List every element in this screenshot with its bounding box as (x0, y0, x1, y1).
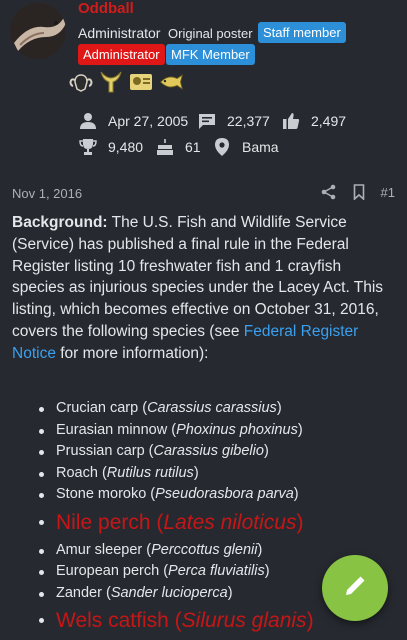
message-count: 22,377 (227, 113, 270, 129)
location-stat: Bama (212, 137, 279, 157)
mfk-member-badge: MFK Member (166, 44, 255, 65)
bookmark-icon[interactable] (351, 183, 367, 201)
post-paragraph: The U.S. Fish and Wildlife Service (Serv… (12, 214, 384, 340)
list-item-highlighted: Nile perch (Lates niloticus) (36, 506, 396, 540)
avatar[interactable] (10, 3, 66, 59)
reactions-stat: 2,497 (281, 111, 346, 131)
share-icon[interactable] (321, 183, 337, 201)
post-paragraph-end: for more information): (60, 344, 209, 362)
messages-stat: 22,377 (197, 111, 270, 131)
list-item: Roach (Rutilus rutilus) (36, 463, 396, 485)
ram-skull-icon[interactable] (68, 70, 94, 94)
fish-icon[interactable] (158, 70, 184, 94)
administrator-badge: Administrator (78, 44, 165, 65)
trophy-row (68, 70, 184, 94)
chat-bubble-icon (197, 111, 217, 131)
pencil-icon (343, 574, 367, 603)
write-reply-button[interactable] (322, 555, 388, 621)
user-location[interactable]: Bama (242, 139, 279, 155)
bull-horns-icon[interactable] (98, 70, 124, 94)
staff-member-badge: Staff member (258, 22, 346, 43)
joined-date: Apr 27, 2005 (108, 113, 189, 129)
post-actions: #1 (321, 183, 395, 201)
card-award-icon[interactable] (128, 70, 154, 94)
joined-stat: Apr 27, 2005 (78, 111, 188, 131)
original-poster-label: Original poster (168, 26, 253, 41)
reaction-score: 2,497 (311, 113, 347, 129)
map-pin-icon (212, 137, 232, 157)
trophy-cup-icon (78, 137, 98, 157)
username[interactable]: Oddball (78, 0, 134, 17)
list-item: Stone moroko (Pseudorasbora parva) (36, 484, 396, 506)
user-icon (78, 111, 98, 131)
birthday-cake-icon (155, 137, 175, 157)
background-label: Background: (12, 214, 108, 231)
post-number-link[interactable]: #1 (381, 185, 395, 200)
list-item: Crucian carp (Carassius carassius) (36, 398, 396, 420)
trophy-points: 9,480 (108, 139, 144, 155)
user-role: Administrator (78, 25, 161, 41)
post-date[interactable]: Nov 1, 2016 (12, 186, 82, 201)
user-age: 61 (185, 139, 201, 155)
thumbs-up-icon (281, 111, 301, 131)
list-item: Eurasian minnow (Phoxinus phoxinus) (36, 420, 396, 442)
list-item: Prussian carp (Carassius gibelio) (36, 441, 396, 463)
points-stat: 9,480 (78, 137, 143, 157)
post-body: Background: The U.S. Fish and Wildlife S… (12, 212, 396, 365)
age-stat: 61 (155, 137, 201, 157)
